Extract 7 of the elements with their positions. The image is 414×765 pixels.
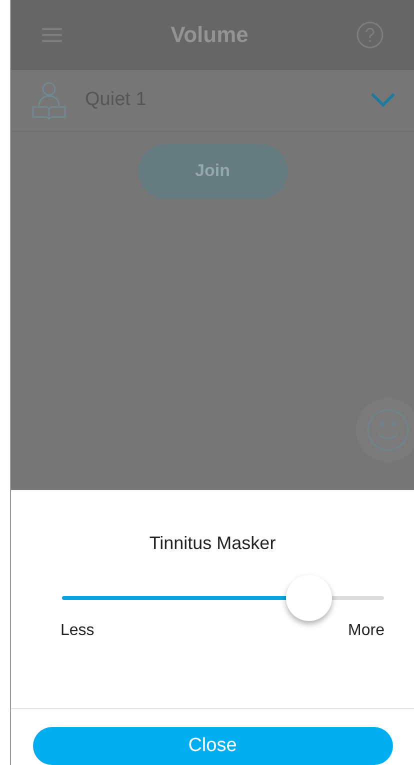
slider-thumb[interactable] <box>286 575 332 621</box>
close-button[interactable]: Close <box>32 727 392 765</box>
help-icon[interactable] <box>356 20 384 49</box>
sheet-title: Tinnitus Masker <box>149 532 276 555</box>
max-label: More <box>348 621 384 641</box>
chevron-down-icon[interactable] <box>370 92 396 108</box>
min-label: Less <box>60 621 94 641</box>
